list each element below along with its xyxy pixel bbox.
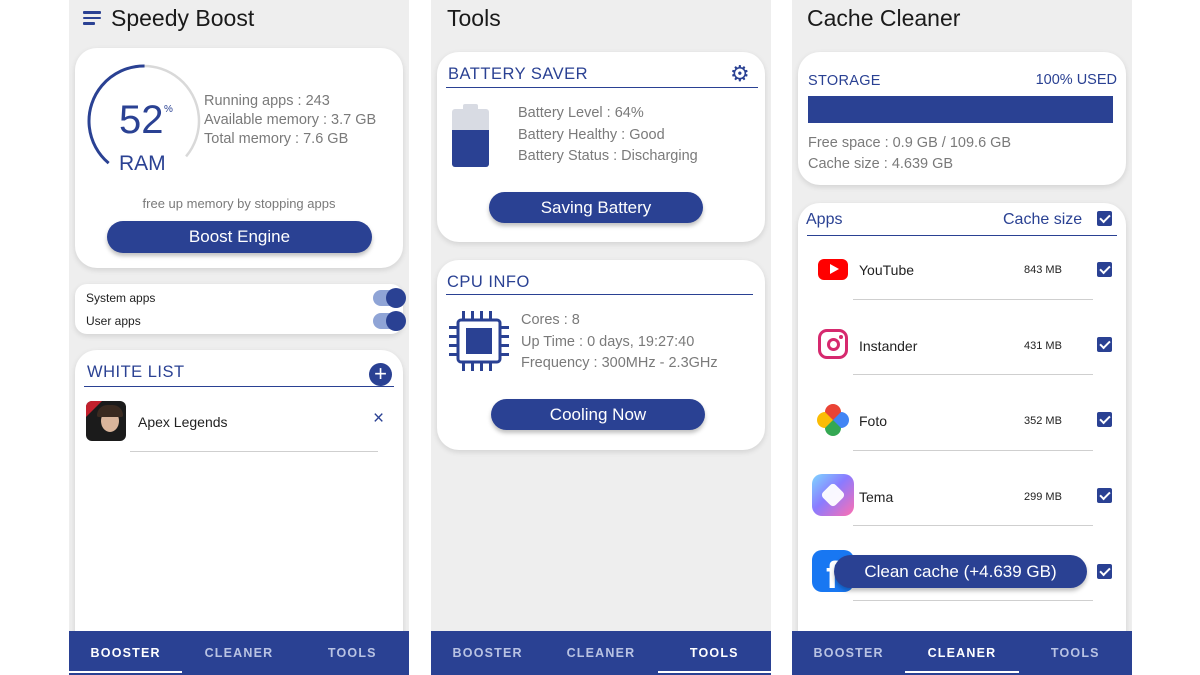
theme-app-icon	[812, 474, 854, 516]
tab-booster[interactable]: BOOSTER	[792, 631, 905, 675]
battery-stats: Battery Level : 64% Battery Healthy : Go…	[518, 103, 698, 168]
cpu-frequency-stat: Frequency : 300MHz - 2.3GHz	[521, 355, 718, 371]
user-apps-toggle[interactable]	[373, 311, 406, 331]
memory-stats: Running apps : 243 Available memory : 3.…	[204, 92, 376, 149]
tab-tools[interactable]: TOOLS	[296, 631, 409, 675]
app-checkbox[interactable]	[1097, 488, 1112, 503]
app-name: Instander	[859, 338, 918, 354]
cpu-card: CPU INFO Cores : 8 Up Time : 0 days, 19:…	[437, 260, 765, 450]
booster-screen: Speedy Boost 52 % RAM Running apps : 243…	[69, 0, 409, 675]
hint-text: free up memory by stopping apps	[142, 196, 336, 211]
app-checkbox[interactable]	[1097, 412, 1112, 427]
app-name: Tema	[859, 489, 894, 505]
whitelist-title: WHITE LIST	[87, 363, 185, 381]
row-divider	[853, 600, 1093, 601]
tab-tools[interactable]: TOOLS	[1019, 631, 1132, 675]
free-space-stat: Free space : 0.9 GB / 109.6 GB	[808, 135, 1012, 151]
cpu-uptime-stat: Up Time : 0 days, 19:27:40	[521, 333, 695, 350]
tab-cleaner[interactable]: CLEANER	[544, 631, 657, 675]
battery-icon	[452, 104, 489, 167]
apps-header-divider	[807, 235, 1117, 236]
page-title: Tools	[447, 4, 501, 31]
ram-percent-sign: %	[164, 104, 173, 115]
select-all-checkbox[interactable]	[1097, 211, 1112, 226]
tab-booster[interactable]: BOOSTER	[69, 631, 183, 675]
toggles-card: System apps User apps	[75, 284, 406, 334]
youtube-icon	[812, 248, 854, 290]
battery-title: BATTERY SAVER	[448, 65, 589, 83]
storage-label: STORAGE	[808, 73, 881, 89]
storage-card: STORAGE 100% USED Free space : 0.9 GB / …	[798, 52, 1126, 185]
cleaner-screen: Cache Cleaner STORAGE 100% USED Free spa…	[792, 0, 1132, 675]
row-divider	[853, 450, 1093, 451]
system-apps-toggle[interactable]	[373, 288, 406, 308]
ram-card: 52 % RAM Running apps : 243 Available me…	[75, 48, 403, 268]
tab-cleaner[interactable]: CLEANER	[905, 631, 1019, 675]
app-header: Cache Cleaner	[807, 4, 960, 32]
cpu-title: CPU INFO	[447, 273, 530, 291]
photos-pinwheel-icon	[812, 399, 854, 441]
whitelist-card: WHITE LIST + Apex Legends ×	[75, 350, 403, 675]
app-header: Tools	[447, 4, 501, 32]
battery-level-stat: Battery Level : 64%	[518, 105, 644, 121]
bottom-tab-bar: BOOSTER CLEANER TOOLS	[69, 631, 409, 675]
battery-health-stat: Battery Healthy : Good	[518, 126, 665, 143]
tab-cleaner[interactable]: CLEANER	[182, 631, 295, 675]
battery-divider	[446, 87, 758, 88]
whitelist-item-name: Apex Legends	[138, 414, 228, 430]
app-name: Foto	[859, 413, 888, 429]
toggle-label-user-apps: User apps	[86, 314, 141, 328]
storage-used-label: 100% USED	[1035, 72, 1117, 88]
battery-card: BATTERY SAVER ⚙ Battery Level : 64% Batt…	[437, 52, 765, 242]
app-header: Speedy Boost	[83, 4, 254, 32]
available-memory-stat: Available memory : 3.7 GB	[204, 112, 377, 128]
add-whitelist-icon[interactable]: +	[369, 363, 392, 386]
cpu-cores-stat: Cores : 8	[521, 312, 580, 328]
toggle-label-system-apps: System apps	[86, 291, 156, 305]
saving-battery-button[interactable]: Saving Battery	[489, 192, 703, 223]
whitelist-item-divider	[130, 451, 378, 452]
app-cache-size: 843 MB	[1024, 264, 1062, 276]
cpu-chip-icon	[449, 311, 509, 371]
boost-engine-button[interactable]: Boost Engine	[107, 221, 372, 253]
app-cache-size: 431 MB	[1024, 340, 1062, 352]
cpu-divider	[446, 294, 753, 295]
page-title: Speedy Boost	[111, 4, 255, 31]
cooling-now-button[interactable]: Cooling Now	[491, 399, 705, 430]
cache-size-stat: Cache size : 4.639 GB	[808, 156, 954, 172]
remove-whitelist-icon[interactable]: ×	[373, 408, 384, 430]
page-title: Cache Cleaner	[807, 4, 961, 31]
cache-size-column-header: Cache size	[1003, 211, 1083, 228]
cpu-stats: Cores : 8 Up Time : 0 days, 19:27:40 Fre…	[521, 310, 718, 375]
app-cache-size: 352 MB	[1024, 415, 1062, 427]
bottom-tab-bar: BOOSTER CLEANER TOOLS	[431, 631, 771, 675]
row-divider	[853, 374, 1093, 375]
app-checkbox[interactable]	[1097, 337, 1112, 352]
apps-column-header: Apps	[806, 211, 843, 228]
total-memory-stat: Total memory : 7.6 GB	[204, 131, 349, 147]
app-checkbox[interactable]	[1097, 564, 1112, 579]
row-divider	[853, 525, 1093, 526]
ram-label: RAM	[119, 152, 166, 175]
battery-status-stat: Battery Status : Discharging	[518, 148, 698, 164]
app-cache-size: 299 MB	[1024, 491, 1062, 503]
apps-card: Apps Cache size YouTube 843 MB Instander…	[798, 203, 1126, 675]
running-apps-stat: Running apps : 243	[204, 93, 330, 109]
bottom-tab-bar: BOOSTER CLEANER TOOLS	[792, 631, 1132, 675]
apex-legends-icon	[86, 401, 126, 441]
row-divider	[853, 299, 1093, 300]
hamburger-menu-icon[interactable]	[83, 11, 103, 25]
instagram-icon	[812, 323, 854, 365]
storage-bar	[808, 96, 1113, 123]
tab-tools[interactable]: TOOLS	[657, 631, 771, 675]
clean-cache-button[interactable]: Clean cache (+4.639 GB)	[834, 555, 1087, 588]
tools-screen: Tools BATTERY SAVER ⚙ Battery Level : 64…	[431, 0, 771, 675]
ram-percent: 52	[119, 98, 164, 142]
tab-booster[interactable]: BOOSTER	[431, 631, 544, 675]
whitelist-divider	[84, 386, 394, 387]
app-checkbox[interactable]	[1097, 262, 1112, 277]
settings-gear-icon[interactable]: ⚙	[730, 63, 750, 85]
app-name: YouTube	[859, 262, 915, 278]
